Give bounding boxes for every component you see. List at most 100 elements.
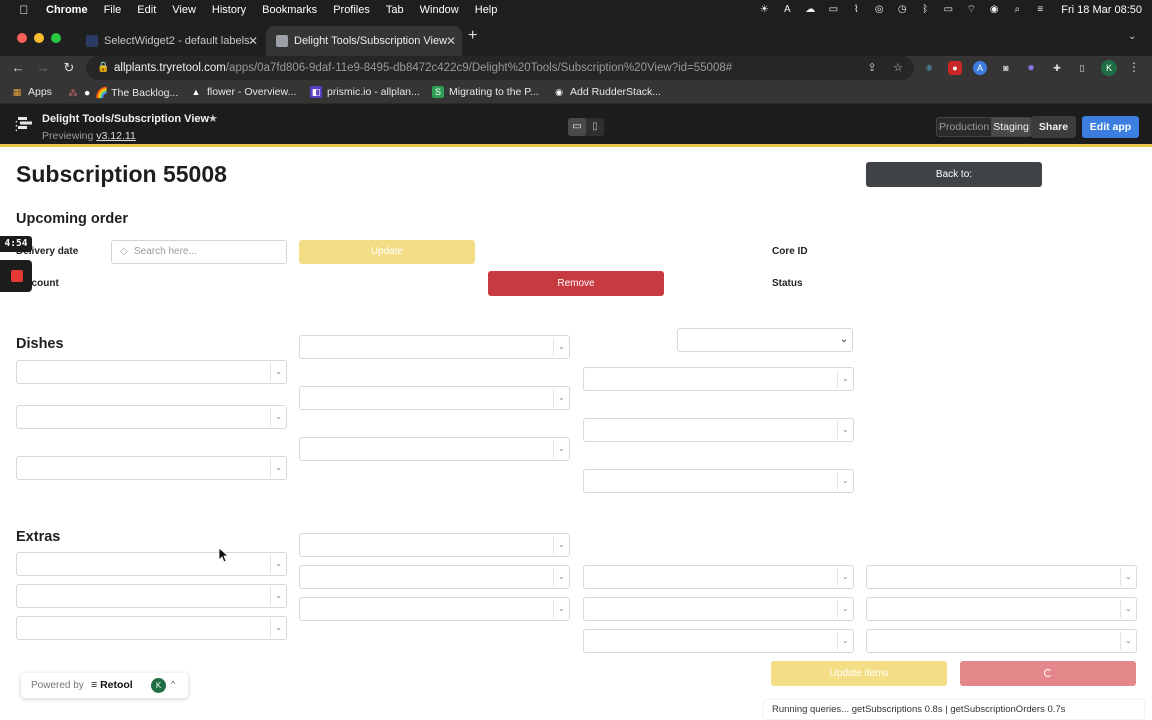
extra-select[interactable]: ⌄	[16, 552, 287, 576]
update-button[interactable]: Update	[299, 240, 475, 264]
extra-select[interactable]: ⌄	[583, 597, 854, 621]
react-devtools-icon[interactable]: ⚛	[922, 61, 936, 75]
wifi-icon[interactable]: ⌔	[965, 4, 977, 16]
reload-icon[interactable]: ↻	[60, 59, 78, 77]
back-to-button[interactable]: Back to:	[866, 162, 1042, 187]
address-bar[interactable]: 🔒 allplants.tryretool.com/apps/0a7fd806-…	[86, 56, 914, 80]
extra-select[interactable]: ⌄	[583, 565, 854, 589]
menu-tab[interactable]: Tab	[386, 4, 404, 16]
menu-app-name[interactable]: Chrome	[46, 4, 88, 16]
extensions-puzzle-icon[interactable]: ✚	[1050, 61, 1064, 75]
extra-select[interactable]: ⌄	[866, 565, 1137, 589]
accessibility-icon[interactable]: A	[781, 4, 793, 16]
menu-edit[interactable]: Edit	[137, 4, 156, 16]
extra-select[interactable]: ⌄	[299, 565, 570, 589]
bookmark-apps[interactable]: ▦ Apps	[11, 86, 52, 98]
bookmark-star-icon[interactable]: ☆	[891, 61, 905, 75]
chrome-menu-icon[interactable]: ⋮	[1128, 60, 1140, 74]
bluetooth-icon[interactable]: ᛒ	[919, 4, 931, 16]
stop-recording-button[interactable]	[0, 260, 32, 292]
bookmark-backlog[interactable]: ⁂ ● 🌈 The Backlog...	[67, 86, 179, 100]
close-window-button[interactable]	[17, 33, 27, 43]
brightness-icon[interactable]: ☀	[758, 4, 770, 16]
menu-help[interactable]: Help	[475, 4, 498, 16]
close-tab-icon[interactable]: ✕	[446, 34, 456, 48]
delivery-date-search-input[interactable]: ◇ Search here...	[111, 240, 287, 264]
bookmark-flower[interactable]: ▲ flower - Overview...	[190, 86, 297, 98]
env-staging[interactable]: Staging	[991, 118, 1031, 136]
lock-icon[interactable]: 🔒	[97, 56, 109, 80]
apple-icon[interactable]: 	[16, 3, 32, 17]
forward-icon[interactable]: →	[34, 59, 52, 77]
chevron-up-icon[interactable]: ^	[171, 679, 175, 689]
chevron-down-icon: ⌄	[553, 600, 569, 618]
side-panel-icon[interactable]: ▯	[1075, 61, 1089, 75]
back-icon[interactable]: ←	[9, 59, 27, 77]
menu-view[interactable]: View	[172, 4, 196, 16]
profile-avatar[interactable]: K	[1101, 60, 1117, 76]
prismic-icon: ◧	[310, 86, 322, 98]
menu-profiles[interactable]: Profiles	[333, 4, 370, 16]
tab-search-chevron-icon[interactable]: ⌄	[1128, 31, 1136, 42]
extra-select[interactable]: ⌄	[299, 533, 570, 557]
dish-select[interactable]: ⌄	[299, 335, 570, 359]
dish-select[interactable]: ⌄	[583, 418, 854, 442]
extra-select[interactable]: ⌄	[866, 597, 1137, 621]
menu-bookmarks[interactable]: Bookmarks	[262, 4, 317, 16]
time-machine-icon[interactable]: ◷	[896, 4, 908, 16]
zoom-window-button[interactable]	[51, 33, 61, 43]
retool-logo-icon[interactable]	[18, 116, 32, 130]
dish-select[interactable]: ⌄	[583, 469, 854, 493]
dish-select[interactable]: ⌄	[16, 405, 287, 429]
clip-icon[interactable]: ⌇	[850, 4, 862, 16]
menubar-clock[interactable]: Fri 18 Mar 08:50	[1061, 4, 1142, 16]
cloud-sync-icon[interactable]: ☁	[804, 4, 816, 16]
close-tab-icon[interactable]: ✕	[248, 34, 258, 48]
version-link[interactable]: v3.12.11	[96, 130, 136, 142]
remove-button[interactable]: Remove	[488, 271, 664, 296]
minimize-window-button[interactable]	[34, 33, 44, 43]
menu-file[interactable]: File	[104, 4, 122, 16]
bookmark-rudderstack[interactable]: ◉ Add RudderStack...	[553, 86, 661, 98]
tab-selectwidget[interactable]: SelectWidget2 - default labels ✕	[76, 26, 264, 56]
desktop-view-icon[interactable]: ▭	[568, 118, 586, 136]
extra-select[interactable]: ⌄	[299, 597, 570, 621]
extension-blue-icon[interactable]: A	[973, 61, 987, 75]
share-button[interactable]: Share	[1031, 116, 1076, 138]
user-icon[interactable]: ◉	[988, 4, 1000, 16]
new-tab-icon[interactable]: +	[468, 27, 477, 45]
loading-button[interactable]	[960, 661, 1136, 686]
battery-icon[interactable]: ▭	[942, 4, 954, 16]
dish-select[interactable]: ⌄	[16, 456, 287, 480]
extra-select[interactable]: ⌄	[866, 629, 1137, 653]
dish-select[interactable]: ⌄	[16, 360, 287, 384]
extra-select[interactable]: ⌄	[16, 584, 287, 608]
vpn-icon[interactable]: ◎	[873, 4, 885, 16]
extension-purple-icon[interactable]: ✹	[1024, 61, 1038, 75]
mobile-view-icon[interactable]: ▯	[586, 118, 604, 136]
camera-extension-icon[interactable]: ◙	[999, 61, 1013, 75]
share-page-icon[interactable]: ⇪	[865, 61, 879, 75]
display-icon[interactable]: ▭	[827, 4, 839, 16]
dish-select[interactable]: ⌄	[299, 386, 570, 410]
user-avatar[interactable]: K	[151, 678, 166, 693]
menu-window[interactable]: Window	[420, 4, 459, 16]
control-center-icon[interactable]: ≡	[1034, 4, 1046, 16]
edit-app-button[interactable]: Edit app	[1082, 116, 1139, 138]
bookmark-migrating[interactable]: S Migrating to the P...	[432, 86, 539, 98]
bookmark-prismic[interactable]: ◧ prismic.io - allplan...	[310, 86, 420, 98]
extension-red-icon[interactable]: ●	[948, 61, 962, 75]
extra-select[interactable]: ⌄	[583, 629, 854, 653]
update-items-button[interactable]: Update items	[771, 661, 947, 686]
tab-subscription-view[interactable]: Delight Tools/Subscription View ✕	[266, 26, 462, 56]
powered-by-retool[interactable]: Powered by ≡ Retool K ^	[21, 673, 188, 698]
search-icon[interactable]: ⌕	[1011, 4, 1023, 16]
favorite-star-icon[interactable]: ★	[208, 112, 218, 125]
dish-select[interactable]: ⌄	[299, 437, 570, 461]
page-title: Subscription 55008	[16, 161, 227, 187]
menu-history[interactable]: History	[212, 4, 246, 16]
extra-select[interactable]: ⌄	[16, 616, 287, 640]
env-production[interactable]: Production	[937, 118, 991, 136]
dish-select[interactable]: ⌄	[677, 328, 853, 352]
dish-select[interactable]: ⌄	[583, 367, 854, 391]
